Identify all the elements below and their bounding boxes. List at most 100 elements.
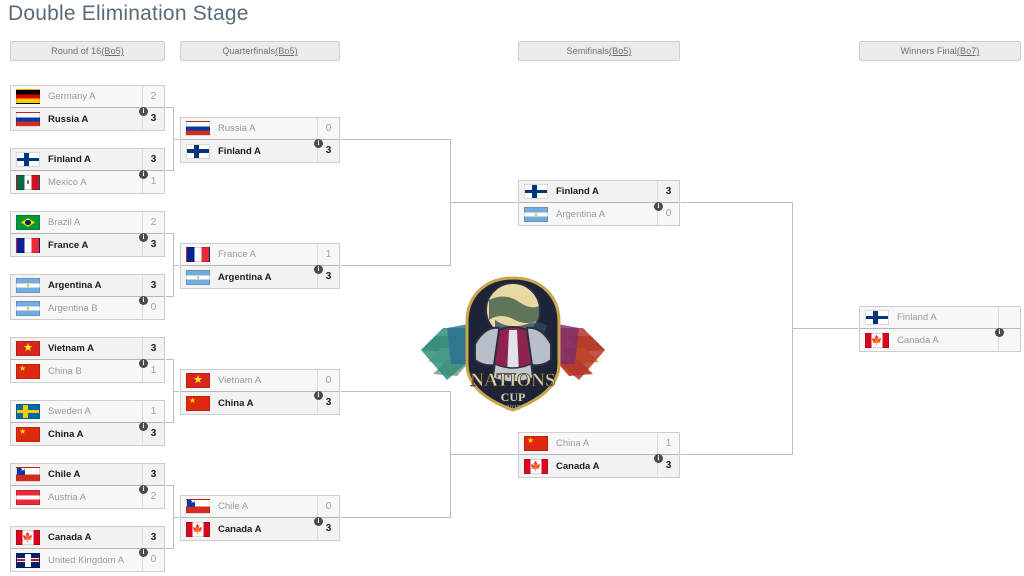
round-header-label: Semifinals [566,46,609,56]
match-row[interactable]: Canada A 3 [11,527,164,549]
flag-icon [186,521,210,537]
team-name: United Kingdom A [48,554,125,566]
connector [340,517,450,518]
match-info-icon[interactable]: i [139,107,148,116]
round-header-semifinals[interactable]: Semifinals (Bo5) [518,41,680,61]
match-row[interactable]: Chile A 3 [11,464,164,486]
match-row[interactable]: Finland A 3 [519,181,679,203]
match-box[interactable]: Finland A 3 Mexico A 1 i [10,148,165,194]
score: 1 [657,433,679,454]
match-box[interactable]: Sweden A 1 China A 3 i [10,400,165,446]
match-row[interactable]: Sweden A 1 [11,401,164,423]
match-row[interactable]: Vietnam A 3 [11,338,164,360]
match-box[interactable]: Russia A 0 Finland A 3 i [180,117,340,163]
match-box[interactable]: China A 1 Canada A 3 i [518,432,680,478]
team-name: Austria A [48,491,87,503]
match-row[interactable]: Argentina A 3 [11,275,164,297]
match-row[interactable]: Russia A 0 [181,118,339,140]
flag-icon [186,395,210,411]
match-box[interactable]: Finland A Canada A i [859,306,1021,352]
score: 0 [317,370,339,391]
logo-text-sub: CUP [501,390,526,404]
match-row[interactable]: France A 1 [181,244,339,266]
match-box[interactable]: Germany A 2 Russia A 3 i [10,85,165,131]
score: 2 [142,86,164,107]
match-info-icon[interactable]: i [139,548,148,557]
match-row[interactable]: Germany A 2 [11,86,164,108]
score: 3 [657,181,679,202]
score: 3 [142,275,164,296]
connector [680,454,792,455]
match-row[interactable]: Finland A [860,307,1020,329]
match-box[interactable]: Vietnam A 0 China A 3 i [180,369,340,415]
match-box[interactable]: Brazil A 2 France A 3 i [10,211,165,257]
flag-icon [524,458,548,474]
round-format: (Bo5) [101,46,124,56]
connector [792,328,861,329]
team-name: Chile A [48,469,81,480]
connector [165,107,173,108]
score: 3 [142,149,164,170]
match-info-icon[interactable]: i [654,454,663,463]
connector [165,233,173,234]
flag-icon [16,341,40,356]
match-box[interactable]: Finland A 3 Argentina A 0 i [518,180,680,226]
team-name: Vietnam A [48,343,94,354]
team-name: China B [48,365,82,377]
team-name: China A [48,428,84,440]
team-name: Canada A [48,532,92,543]
match-row[interactable]: Vietnam A 0 [181,370,339,392]
score: 1 [142,401,164,422]
match-info-icon[interactable]: i [139,233,148,242]
match-info-icon[interactable]: i [995,328,1004,337]
match-info-icon[interactable]: i [139,422,148,431]
match-box[interactable]: Chile A 3 Austria A 2 i [10,463,165,509]
connector [340,139,450,140]
connector [165,359,173,360]
match-box[interactable]: France A 1 Argentina A 3 i [180,243,340,289]
team-name: Chile A [218,501,249,512]
match-box[interactable]: Chile A 0 Canada A 3 i [180,495,340,541]
round-header-round-of-16[interactable]: Round of 16 (Bo5) [10,41,165,61]
flag-icon [16,152,40,167]
match-info-icon[interactable]: i [314,517,323,526]
flag-icon [16,552,40,568]
match-box[interactable]: Vietnam A 3 China B 1 i [10,337,165,383]
match-info-icon[interactable]: i [139,170,148,179]
match-row[interactable]: Brazil A 2 [11,212,164,234]
flag-icon [16,300,40,316]
round-header-winners-final[interactable]: Winners Final (Bo7) [859,41,1021,61]
score: 3 [142,338,164,359]
match-box[interactable]: Argentina A 3 Argentina B 0 i [10,274,165,320]
match-info-icon[interactable]: i [314,139,323,148]
team-name: Finland A [218,145,261,157]
match-row[interactable]: Chile A 0 [181,496,339,518]
match-box[interactable]: Canada A 3 United Kingdom A 0 i [10,526,165,572]
team-name: Canada A [556,460,600,472]
score: 0 [317,496,339,517]
match-info-icon[interactable]: i [139,359,148,368]
match-row[interactable]: China A 1 [519,433,679,455]
flag-icon [186,269,210,285]
team-name: Brazil A [48,217,81,228]
team-name: Finland A [556,186,599,197]
team-name: Argentina A [48,280,102,291]
match-info-icon[interactable]: i [139,485,148,494]
round-header-quarterfinals[interactable]: Quarterfinals (Bo5) [180,41,340,61]
team-name: France A [218,249,257,260]
flag-icon [524,436,548,451]
flag-icon [16,215,40,230]
flag-icon [16,111,40,127]
match-info-icon[interactable]: i [314,265,323,274]
match-info-icon[interactable]: i [139,296,148,305]
match-info-icon[interactable]: i [314,391,323,400]
flag-icon [186,121,210,136]
flag-icon [16,530,40,545]
connector [165,422,173,423]
match-row[interactable]: Finland A 3 [11,149,164,171]
round-header-label: Round of 16 [51,46,102,56]
round-header-label: Winners Final [900,46,957,56]
team-name: China A [218,397,254,409]
match-info-icon[interactable]: i [654,202,663,211]
team-name: China A [556,438,590,449]
